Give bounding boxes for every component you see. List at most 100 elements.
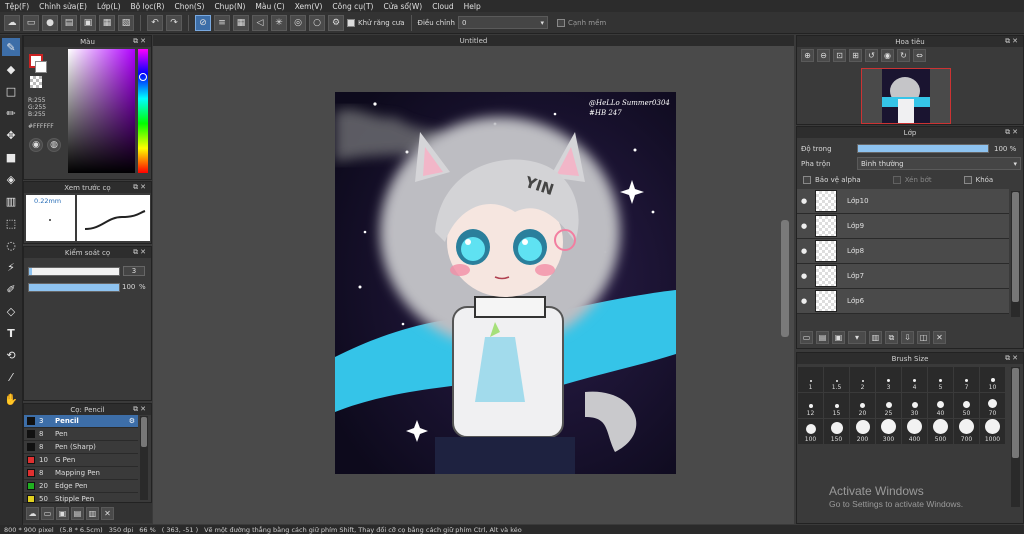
rectangle-icon[interactable]: □ bbox=[2, 82, 20, 100]
parallel-lines-icon[interactable]: ≡ bbox=[214, 14, 230, 31]
brush-size-cell[interactable]: 1000 bbox=[980, 419, 1005, 444]
eyedropper-icon[interactable]: ⁄ bbox=[2, 368, 20, 386]
folder-icon[interactable]: ▦ bbox=[99, 14, 115, 31]
move-icon[interactable]: ✥ bbox=[2, 126, 20, 144]
zoom-in-icon[interactable]: ⊕ bbox=[801, 49, 814, 62]
brush-list-item[interactable]: 8 Pen (Sharp) bbox=[24, 441, 138, 454]
circle-target-icon[interactable]: ○ bbox=[309, 14, 325, 31]
brush-list-item[interactable]: 10 G Pen bbox=[24, 454, 138, 467]
document-icon[interactable]: ▤ bbox=[61, 14, 77, 31]
brush-size-cell[interactable]: 5 bbox=[928, 367, 953, 392]
brush-settings-icon[interactable]: ⚙ bbox=[129, 417, 135, 425]
menu-item[interactable]: Lớp(L) bbox=[92, 2, 126, 11]
panel-buttons-icon[interactable]: ⧉✕ bbox=[133, 37, 148, 46]
magic-wand-icon[interactable]: ⚡ bbox=[2, 258, 20, 276]
layer-folder-icon[interactable]: ▥ bbox=[869, 331, 882, 344]
panel-buttons-icon[interactable]: ⧉✕ bbox=[133, 248, 148, 257]
background-color-swatch[interactable] bbox=[35, 61, 47, 73]
brush-list-scrollbar[interactable] bbox=[140, 416, 148, 500]
cloud-icon[interactable]: ☁ bbox=[4, 14, 20, 31]
clip-checkbox[interactable] bbox=[892, 176, 901, 184]
brush-size-cell[interactable]: 300 bbox=[876, 419, 901, 444]
clear-layer-icon[interactable]: ◫ bbox=[917, 331, 930, 344]
select-rect-icon[interactable]: ⬚ bbox=[2, 214, 20, 232]
divide-icon[interactable]: ⟲ bbox=[2, 346, 20, 364]
menu-item[interactable]: Chụp(N) bbox=[209, 2, 250, 11]
bucket-icon[interactable]: ◈ bbox=[2, 170, 20, 188]
text-icon[interactable]: T bbox=[2, 324, 20, 342]
brush-size-cell[interactable]: 3 bbox=[876, 367, 901, 392]
blend-mode-select[interactable]: Bình thường ▾ bbox=[857, 157, 1021, 170]
select-eraser-icon[interactable]: ◇ bbox=[2, 302, 20, 320]
brush-list-item[interactable]: 3 Pencil ⚙ bbox=[24, 415, 138, 428]
menu-item[interactable]: Màu (C) bbox=[250, 2, 289, 11]
brush-size-input[interactable]: 3 bbox=[123, 266, 145, 276]
zoom-out-icon[interactable]: ⊖ bbox=[817, 49, 830, 62]
brush-icon[interactable]: ✎ bbox=[2, 38, 20, 56]
brush-size-cell[interactable]: 1 bbox=[798, 367, 823, 392]
no-entry-icon[interactable]: ⊘ bbox=[195, 14, 211, 31]
menu-item[interactable]: Cloud bbox=[427, 2, 458, 11]
eye-icon[interactable]: ● bbox=[797, 272, 811, 280]
layer-row[interactable]: ● Lớp7 bbox=[797, 264, 1009, 289]
brush-list-item[interactable]: 8 Mapping Pen bbox=[24, 467, 138, 480]
eye-icon[interactable]: ● bbox=[797, 297, 811, 305]
new-image-layer-icon[interactable]: ▣ bbox=[832, 331, 845, 344]
brush-size-cell[interactable]: 10 bbox=[980, 367, 1005, 392]
artwork-canvas[interactable]: YIN @HeLLo Summer0304 #HB 247 bbox=[335, 92, 676, 474]
brush-size-cell[interactable]: 700 bbox=[954, 419, 979, 444]
antialias-checkbox[interactable] bbox=[347, 18, 355, 27]
fit-screen-icon[interactable]: ⊡ bbox=[833, 49, 846, 62]
settings-icon[interactable]: ⚙ bbox=[328, 14, 344, 31]
trash-icon[interactable]: ✕ bbox=[101, 506, 114, 520]
menu-item[interactable]: Tệp(F) bbox=[0, 2, 34, 11]
brush-size-cell[interactable]: 100 bbox=[798, 419, 823, 444]
layer-more-icon[interactable]: ▾ bbox=[848, 331, 866, 344]
merge-layer-icon[interactable]: ⇩ bbox=[901, 331, 914, 344]
panel-buttons-icon[interactable]: ⧉✕ bbox=[133, 183, 148, 192]
brush-size-slider[interactable] bbox=[28, 267, 120, 276]
redo-icon[interactable]: ↷ bbox=[166, 14, 182, 31]
eye-icon[interactable]: ● bbox=[797, 222, 811, 230]
hand-icon[interactable]: ✋ bbox=[2, 390, 20, 408]
rotate-right-icon[interactable]: ↻ bbox=[897, 49, 910, 62]
brush-size-cell[interactable]: 7 bbox=[954, 367, 979, 392]
delete-layer-icon[interactable]: ✕ bbox=[933, 331, 946, 344]
panel-buttons-icon[interactable]: ⧉✕ bbox=[1005, 354, 1020, 363]
undo-icon[interactable]: ↶ bbox=[147, 14, 163, 31]
layer-opacity-slider[interactable] bbox=[857, 144, 989, 153]
new-file-icon[interactable]: ▭ bbox=[23, 14, 39, 31]
hue-handle[interactable] bbox=[139, 73, 147, 81]
brush-opacity-slider[interactable] bbox=[28, 283, 120, 292]
document-icon[interactable]: ▥ bbox=[86, 506, 99, 520]
panel-buttons-icon[interactable]: ⧉✕ bbox=[133, 405, 148, 414]
brush-size-cell[interactable]: 400 bbox=[902, 419, 927, 444]
add-brush-icon[interactable]: ▭ bbox=[41, 506, 54, 520]
menu-item[interactable]: Help bbox=[459, 2, 486, 11]
menu-item[interactable]: Xem(V) bbox=[290, 2, 328, 11]
layer-row[interactable]: ● Lớp8 bbox=[797, 239, 1009, 264]
hue-slider[interactable] bbox=[138, 49, 148, 173]
brush-size-cell[interactable]: 50 bbox=[954, 393, 979, 418]
lock-checkbox[interactable] bbox=[963, 176, 972, 184]
duplicate-layer-icon[interactable]: ⧉ bbox=[885, 331, 898, 344]
transparent-color-swatch[interactable] bbox=[30, 76, 42, 88]
menu-item[interactable]: Công cụ(T) bbox=[327, 2, 378, 11]
brush-size-cell[interactable]: 2 bbox=[850, 367, 875, 392]
panel-buttons-icon[interactable]: ⧉✕ bbox=[1005, 128, 1020, 137]
panel-buttons-icon[interactable]: ⧉✕ bbox=[1005, 37, 1020, 46]
eye-icon[interactable]: ● bbox=[797, 247, 811, 255]
brush-size-cell[interactable]: 200 bbox=[850, 419, 875, 444]
image-icon[interactable]: ▣ bbox=[80, 14, 96, 31]
brush-size-cell[interactable]: 20 bbox=[850, 393, 875, 418]
radial-lines-icon[interactable]: ✳ bbox=[271, 14, 287, 31]
fill-rect-icon[interactable]: ■ bbox=[2, 148, 20, 166]
pen-icon[interactable]: ✏ bbox=[2, 104, 20, 122]
correction-select[interactable]: 0 ▾ bbox=[458, 16, 548, 29]
palette-icon[interactable]: ◉ bbox=[29, 138, 43, 152]
snap-checkbox[interactable] bbox=[557, 18, 565, 27]
brush-size-cell[interactable]: 12 bbox=[798, 393, 823, 418]
layer-row[interactable]: ● Lớp10 bbox=[797, 189, 1009, 214]
duplicate-brush-icon[interactable]: ▣ bbox=[56, 506, 69, 520]
protect-alpha-checkbox[interactable] bbox=[803, 176, 811, 184]
